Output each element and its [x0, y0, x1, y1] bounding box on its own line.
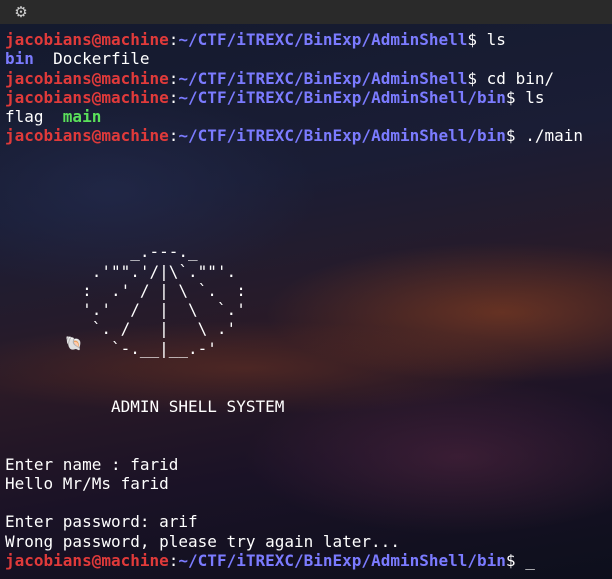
prompt-dollar: $	[505, 551, 516, 571]
prompt-line: jacobians@machine:~/CTF/iTREXC/BinExp/Ad…	[5, 30, 583, 49]
prompt-user: jacobians@machine	[5, 68, 169, 88]
ls-exec-entry: main	[62, 107, 102, 127]
ls-output-line: bin Dockerfile	[5, 49, 583, 68]
prompt-line: jacobians@machine:~/CTF/iTREXC/BinExp/Ad…	[5, 126, 583, 145]
gear-icon[interactable]: ⚙	[12, 3, 30, 21]
ascii-art-line: `. / | \ .'	[5, 319, 237, 339]
ascii-art-line: _.---._	[5, 242, 198, 262]
name-prompt-line: Enter name : farid	[5, 454, 179, 474]
terminal-titlebar: ⚙	[0, 0, 612, 25]
hello-line: Hello Mr/Ms farid	[5, 473, 169, 493]
active-prompt-line[interactable]: jacobians@machine:~/CTF/iTREXC/BinExp/Ad…	[5, 551, 583, 570]
command-text: ./main	[515, 126, 583, 146]
ascii-art-line: '.' / | \ `.'	[5, 300, 246, 320]
prompt-user: jacobians@machine	[5, 30, 169, 49]
prompt-path: ~/CTF/iTREXC/BinExp/AdminShell/bin	[178, 87, 506, 107]
prompt-dollar: $	[467, 30, 478, 49]
ls-file-entry: flag	[5, 107, 44, 127]
prompt-path: ~/CTF/iTREXC/BinExp/AdminShell/bin	[178, 551, 506, 571]
system-title: ADMIN SHELL SYSTEM	[5, 396, 285, 416]
ascii-art-line: .'"".'/|\`.""'.	[5, 261, 237, 281]
prompt-colon: :	[168, 551, 179, 571]
ls-dir-entry: bin	[5, 49, 34, 69]
prompt-dollar: $	[505, 87, 516, 107]
ascii-art-line: `-.__|__.-'	[5, 338, 217, 358]
prompt-path: ~/CTF/iTREXC/BinExp/AdminShell	[178, 30, 468, 49]
terminal-lines: jacobians@machine:~/CTF/iTREXC/BinExp/Ad…	[5, 30, 583, 570]
prompt-user: jacobians@machine	[5, 87, 169, 107]
command-text: cd bin/	[477, 68, 555, 88]
prompt-dollar: $	[467, 68, 478, 88]
prompt-colon: :	[168, 126, 179, 146]
password-prompt-line: Enter password: arif	[5, 512, 198, 532]
error-line: Wrong password, please try again later..…	[5, 531, 400, 551]
terminal-output[interactable]: jacobians@machine:~/CTF/iTREXC/BinExp/Ad…	[0, 24, 612, 579]
prompt-colon: :	[168, 87, 179, 107]
shell-icon: 🐚	[65, 336, 83, 352]
prompt-colon: :	[168, 68, 179, 88]
prompt-user: jacobians@machine	[5, 126, 169, 146]
ls-file-entry: Dockerfile	[53, 49, 150, 69]
ls-output-line: flag main	[5, 107, 583, 126]
command-text: ls	[515, 87, 545, 107]
prompt-user: jacobians@machine	[5, 551, 169, 571]
prompt-dollar: $	[505, 126, 516, 146]
prompt-path: ~/CTF/iTREXC/BinExp/AdminShell/bin	[178, 126, 506, 146]
text-cursor: _	[525, 551, 535, 571]
prompt-line: jacobians@machine:~/CTF/iTREXC/BinExp/Ad…	[5, 88, 583, 107]
prompt-colon: :	[168, 30, 179, 49]
command-text: ls	[477, 30, 506, 49]
prompt-path: ~/CTF/iTREXC/BinExp/AdminShell	[178, 68, 468, 88]
ascii-art-line: : .' / | \ `. :	[5, 280, 246, 300]
prompt-line: jacobians@machine:~/CTF/iTREXC/BinExp/Ad…	[5, 69, 583, 88]
